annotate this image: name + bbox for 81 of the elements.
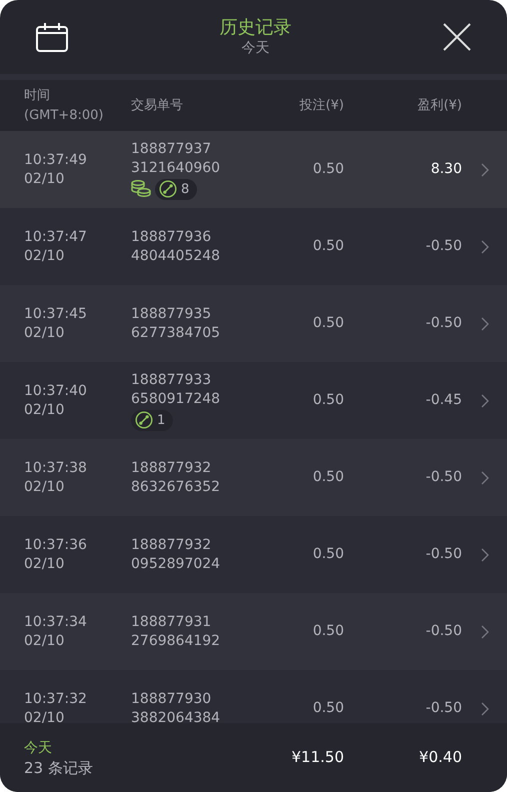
order-number: 188877932 (131, 536, 212, 554)
time-text: 10:37:38 (24, 458, 88, 478)
date-text: 02/10 (24, 554, 66, 574)
record-row[interactable]: 10:37:49 02/10 188877937 3121640960 8 0.50 8.30 (0, 131, 507, 208)
combo-icon (159, 180, 177, 198)
timezone-label: (GMT+8:00) (24, 106, 104, 124)
record-row[interactable]: 10:37:38 02/10 188877932 8632676352 0.50 -0.50 (0, 439, 507, 516)
order-number: 6277384705 (131, 324, 222, 342)
chevron-right-icon (480, 162, 488, 176)
stake-amount: 0.50 (312, 700, 344, 716)
time-text: 10:37:47 (24, 228, 88, 246)
time-text: 10:37:34 (24, 612, 88, 632)
close-icon[interactable] (443, 23, 471, 51)
profit-amount: -0.50 (426, 546, 462, 562)
combo-badge: 1 (131, 410, 174, 430)
profit-amount: 8.30 (430, 161, 462, 177)
window-title: 历史记录 (220, 17, 292, 39)
order-number: 6580917248 (131, 390, 222, 408)
profit-amount: -0.45 (426, 392, 462, 408)
order-number: 188877932 (131, 458, 212, 478)
record-row[interactable]: 10:37:47 02/10 188877936 4804405248 0.50 -0.50 (0, 208, 507, 285)
date-text: 02/10 (24, 170, 66, 188)
date-text: 02/10 (24, 400, 66, 420)
total-stake: ¥11.50 (292, 748, 344, 766)
record-row[interactable]: 10:37:40 02/10 188877933 6580917248 1 0.50 -0.45 (0, 362, 507, 439)
record-row[interactable]: 10:37:32 02/10 188877930 3882064384 0.50 -0.50 (0, 670, 507, 723)
date-text: 02/10 (24, 246, 66, 266)
time-text: 10:37:40 (24, 382, 88, 400)
profit-amount: -0.50 (426, 315, 462, 331)
order-number: 188877933 (131, 370, 212, 390)
record-row[interactable]: 10:37:45 02/10 188877935 6277384705 0.50 -0.50 (0, 285, 507, 362)
date-text: 02/10 (24, 708, 66, 723)
stake-amount: 0.50 (312, 469, 344, 485)
date-subtitle: 今天 (240, 39, 270, 57)
order-number: 188877930 (131, 690, 212, 708)
order-number: 4804405248 (131, 246, 222, 266)
order-number: 3882064384 (131, 708, 222, 723)
order-number: 0952897024 (131, 554, 222, 574)
chevron-right-icon (480, 316, 488, 330)
stake-amount: 0.50 (312, 315, 344, 331)
time-text: 10:37:36 (24, 536, 88, 554)
order-number: 188877931 (131, 612, 212, 632)
order-number: 8632676352 (131, 478, 222, 496)
time-text: 10:37:49 (24, 150, 88, 170)
order-number: 188877935 (131, 304, 212, 324)
profit-amount: -0.50 (426, 238, 462, 254)
stake-amount: 0.50 (312, 392, 344, 408)
chevron-right-icon (480, 394, 488, 408)
order-number: 3121640960 (131, 158, 222, 178)
chevron-right-icon (480, 470, 488, 484)
calendar-icon[interactable] (36, 22, 68, 52)
record-count: 23 条记录 (24, 758, 94, 778)
chevron-right-icon (480, 548, 488, 562)
date-text: 02/10 (24, 324, 66, 342)
chevron-right-icon (480, 624, 488, 638)
order-number: 188877936 (131, 228, 212, 246)
stake-amount: 0.50 (312, 623, 344, 639)
profit-amount: -0.50 (426, 469, 462, 485)
date-text: 02/10 (24, 478, 66, 496)
column-header: 盈利(¥) (418, 98, 462, 113)
stake-amount: 0.50 (312, 238, 344, 254)
chevron-right-icon (480, 240, 488, 254)
profit-amount: -0.50 (426, 623, 462, 639)
combo-icon (135, 411, 153, 429)
column-header: 时间 (24, 87, 51, 105)
profit-amount: -0.50 (426, 700, 462, 716)
time-text: 10:37:45 (24, 304, 88, 324)
record-row[interactable]: 10:37:34 02/10 188877931 2769864192 0.50 -0.50 (0, 593, 507, 670)
period-label: 今天 (24, 738, 53, 758)
record-row[interactable]: 10:37:36 02/10 188877932 0952897024 0.50 -0.50 (0, 516, 507, 593)
stake-amount: 0.50 (312, 546, 344, 562)
time-text: 10:37:32 (24, 690, 88, 708)
column-header: 交易单号 (131, 98, 183, 113)
total-profit: ¥0.40 (419, 748, 462, 766)
date-text: 02/10 (24, 632, 66, 650)
combo-badge: 8 (155, 178, 198, 200)
stake-amount: 0.50 (312, 161, 344, 177)
order-number: 2769864192 (131, 632, 222, 650)
column-header: 投注(¥) (300, 98, 344, 113)
chevron-right-icon (480, 702, 488, 716)
order-number: 188877937 (131, 140, 212, 158)
